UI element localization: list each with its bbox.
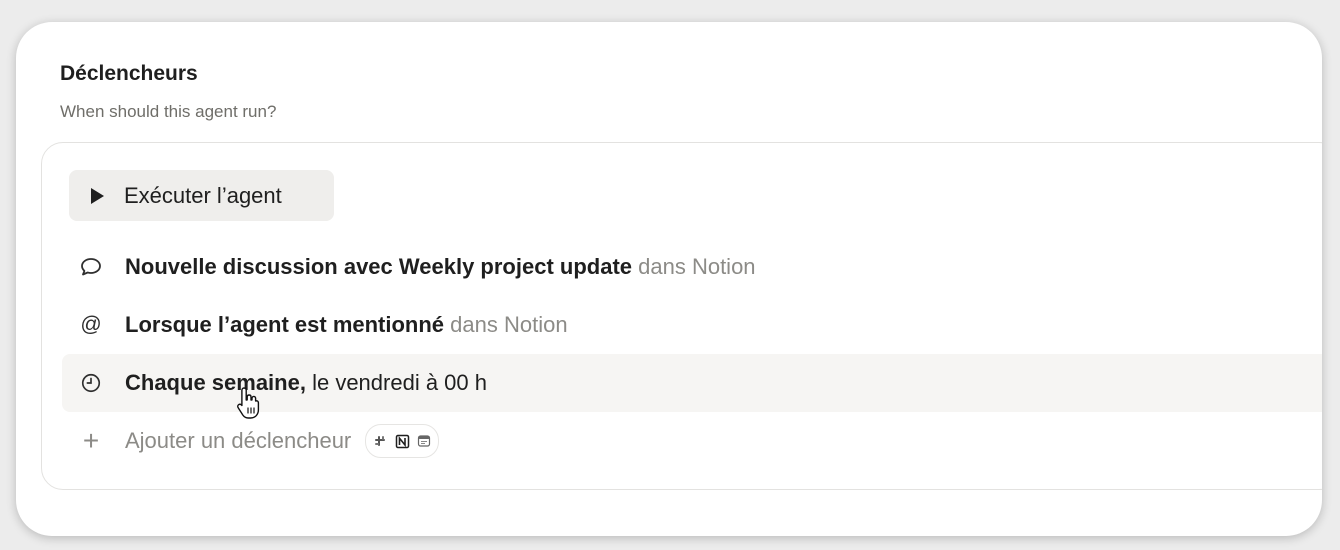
trigger-new-discussion[interactable]: Nouvelle discussion avec Weekly project … (62, 238, 1322, 296)
slack-icon (370, 431, 391, 451)
run-agent-button[interactable]: Exécuter l’agent (69, 170, 334, 221)
add-trigger-label: Ajouter un déclencheur (125, 428, 352, 453)
section-subtitle: When should this agent run? (60, 102, 277, 121)
triggers-card: Déclencheurs When should this agent run?… (16, 22, 1322, 536)
clock-icon (78, 370, 104, 396)
trigger-context: dans Notion (638, 254, 756, 279)
plus-icon: + (82, 425, 100, 456)
add-trigger-button[interactable]: + Ajouter un déclencheur (62, 412, 1322, 470)
run-agent-label: Exécuter l’agent (124, 182, 282, 208)
play-icon (91, 187, 104, 204)
trigger-label: Lorsque l’agent est mentionné (125, 312, 445, 337)
notion-icon (392, 431, 413, 451)
trigger-label: Nouvelle discussion avec Weekly project … (125, 254, 632, 279)
trigger-label: Chaque semaine, (125, 370, 306, 395)
section-title: Déclencheurs (60, 62, 198, 85)
at-sign-icon: @ (80, 313, 102, 336)
calendar-icon (414, 431, 435, 451)
chat-bubble-icon (78, 254, 104, 280)
trigger-schedule: le vendredi à 00 h (312, 370, 487, 395)
trigger-mention[interactable]: @ Lorsque l’agent est mentionné dans Not… (62, 296, 1322, 354)
trigger-context: dans Notion (450, 312, 568, 337)
trigger-weekly[interactable]: Chaque semaine, le vendredi à 00 h (62, 354, 1322, 412)
integration-icons (365, 424, 440, 458)
triggers-panel: Exécuter l’agent Nouvelle discussion ave… (41, 142, 1322, 490)
